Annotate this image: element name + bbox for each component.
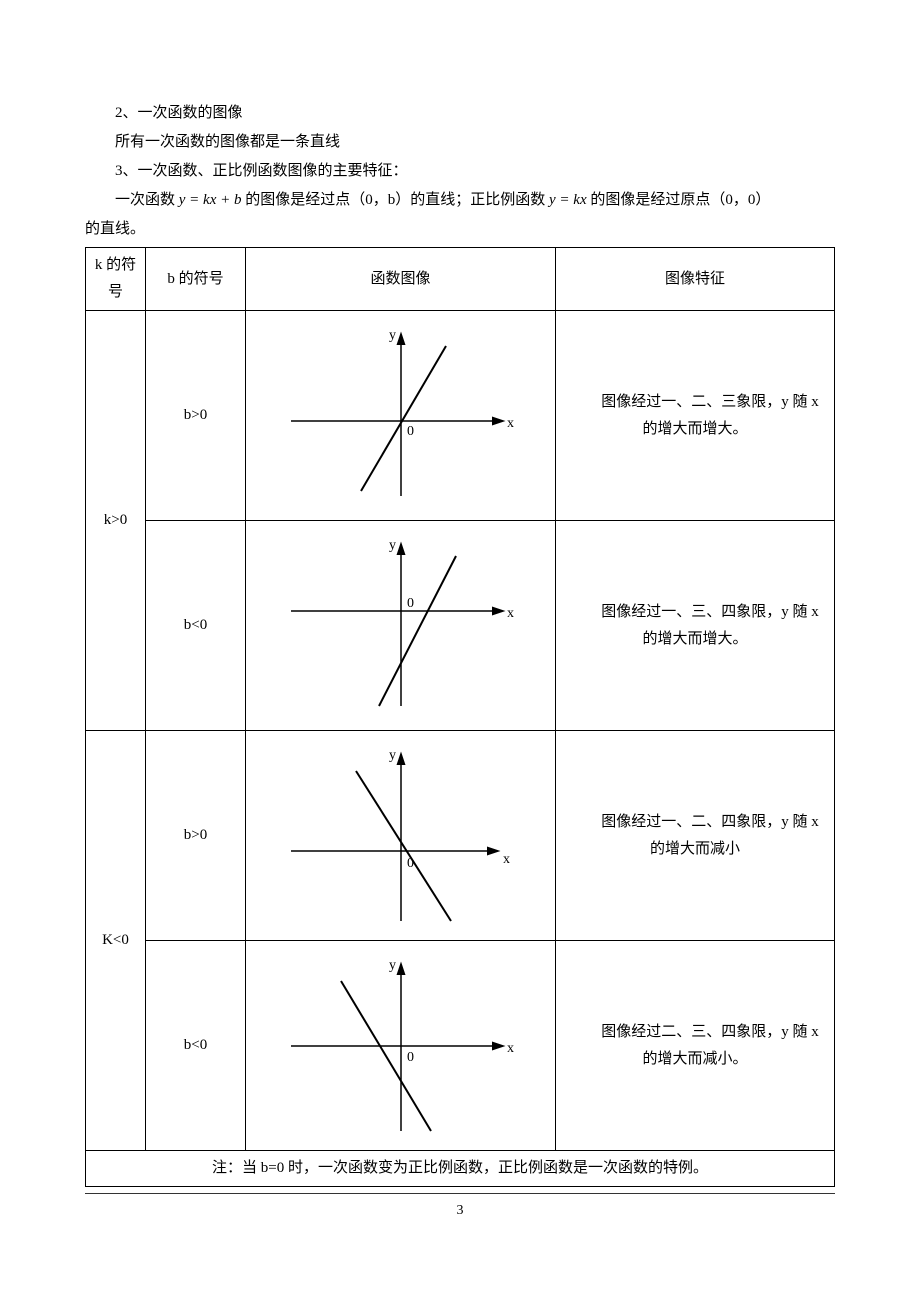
graph-2: x y 0: [271, 531, 531, 721]
graph-cell-3: x y 0: [246, 731, 556, 941]
table-row: k>0 b>0 x y 0 图像经过一、二、三象限，y 随 x 的增大而增大。: [86, 311, 835, 521]
graph-cell-4: x y 0: [246, 941, 556, 1151]
graph-cell-2: x y 0: [246, 521, 556, 731]
y-axis-label: y: [389, 958, 396, 973]
intro-line-1: 2、一次函数的图像: [85, 100, 835, 127]
cell-k-negative: K<0: [86, 731, 146, 1151]
intro-block: 2、一次函数的图像 所有一次函数的图像都是一条直线 3、一次函数、正比例函数图像…: [85, 100, 835, 243]
graph-svg-4: x y 0: [271, 951, 531, 1141]
table-header-row: k 的符号 b 的符号 函数图像 图像特征: [86, 248, 835, 311]
equation-ykx: y = kx: [549, 192, 587, 208]
intro-line-3: 3、一次函数、正比例函数图像的主要特征：: [85, 158, 835, 185]
table-row: b<0 x y 0 图像经过一、三、四象限，y 随 x 的增大而增大。: [86, 521, 835, 731]
origin-label: 0: [407, 424, 414, 439]
graph-1: x y 0: [271, 321, 531, 511]
y-axis-label: y: [389, 328, 396, 343]
x-axis-label: x: [507, 416, 514, 431]
table-row-footnote: 注：当 b=0 时，一次函数变为正比例函数，正比例函数是一次函数的特例。: [86, 1151, 835, 1187]
table-row: b<0 x y 0 图像经过二、三、四象限，y 随 x 的增大而减小。: [86, 941, 835, 1151]
graph-3: x y 0: [271, 741, 531, 931]
desc-cell-1: 图像经过一、二、三象限，y 随 x 的增大而增大。: [556, 311, 835, 521]
header-graph: 函数图像: [246, 248, 556, 311]
x-axis-label: x: [503, 852, 510, 867]
header-b: b 的符号: [146, 248, 246, 311]
desc-text-1: 图像经过一、二、三象限，y 随 x 的增大而增大。: [562, 389, 828, 443]
desc-text-2: 图像经过一、三、四象限，y 随 x 的增大而增大。: [562, 599, 828, 653]
desc-cell-4: 图像经过二、三、四象限，y 随 x 的增大而减小。: [556, 941, 835, 1151]
text-pre: 一次函数: [115, 192, 179, 208]
page-number: 3: [85, 1193, 835, 1223]
desc-text-3: 图像经过一、二、四象限，y 随 x 的增大而减小: [562, 809, 828, 863]
cell-b-r3: b>0: [146, 731, 246, 941]
graph-cell-1: x y 0: [246, 311, 556, 521]
y-axis-label: y: [389, 538, 396, 553]
desc-text-4: 图像经过二、三、四象限，y 随 x 的增大而减小。: [562, 1019, 828, 1073]
header-desc: 图像特征: [556, 248, 835, 311]
intro-line-5: 的直线。: [85, 216, 835, 243]
x-axis-label: x: [507, 606, 514, 621]
desc-cell-2: 图像经过一、三、四象限，y 随 x 的增大而增大。: [556, 521, 835, 731]
graph-svg-3: x y 0: [271, 741, 531, 931]
graph-4: x y 0: [271, 951, 531, 1141]
equation-ykxb: y = kx + b: [179, 192, 242, 208]
text-mid: 的图像是经过点（0，b）的直线；正比例函数: [241, 192, 549, 208]
cell-b-r2: b<0: [146, 521, 246, 731]
origin-label: 0: [407, 856, 414, 871]
intro-line-2: 所有一次函数的图像都是一条直线: [85, 129, 835, 156]
table-row: K<0 b>0 x y 0 图像经过一、二、四象限，y 随 x 的增大而减小: [86, 731, 835, 941]
origin-label: 0: [407, 1050, 414, 1065]
cell-b-r1: b>0: [146, 311, 246, 521]
function-table: k 的符号 b 的符号 函数图像 图像特征 k>0 b>0 x y 0: [85, 247, 835, 1187]
text-post: 的图像是经过原点（0，0）: [587, 192, 771, 208]
header-k: k 的符号: [86, 248, 146, 311]
y-axis-label: y: [389, 748, 396, 763]
x-axis-label: x: [507, 1041, 514, 1056]
cell-k-positive: k>0: [86, 311, 146, 731]
origin-label: 0: [407, 596, 414, 611]
footnote-cell: 注：当 b=0 时，一次函数变为正比例函数，正比例函数是一次函数的特例。: [86, 1151, 835, 1187]
graph-svg-2: x y 0: [271, 531, 531, 721]
graph-svg-1: x y 0: [271, 321, 531, 511]
desc-cell-3: 图像经过一、二、四象限，y 随 x 的增大而减小: [556, 731, 835, 941]
intro-line-4: 一次函数 y = kx + b 的图像是经过点（0，b）的直线；正比例函数 y …: [85, 187, 835, 214]
cell-b-r4: b<0: [146, 941, 246, 1151]
